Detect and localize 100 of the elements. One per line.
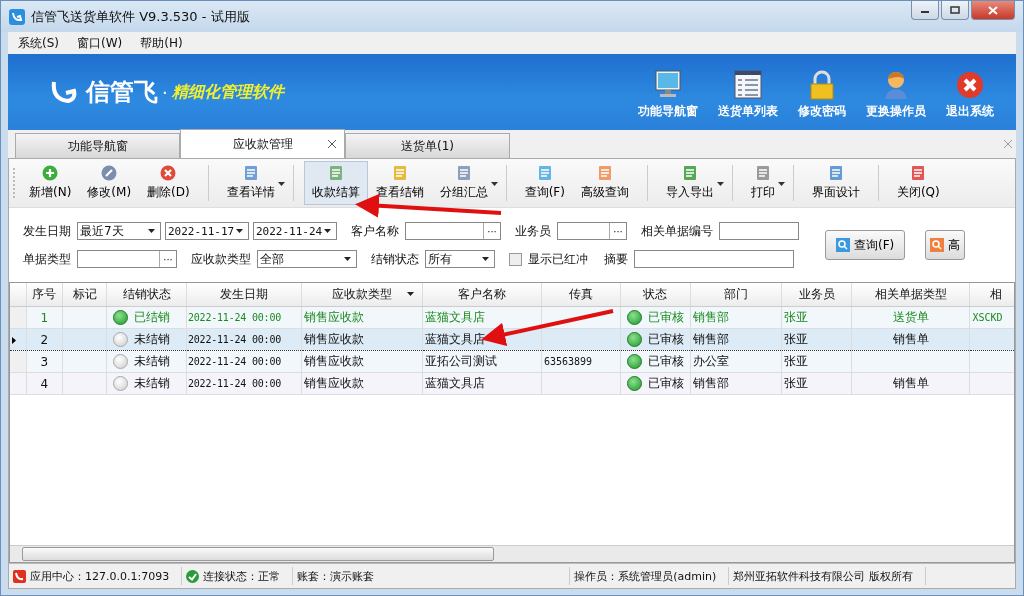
toolbar-button[interactable]: 查看详情: [218, 161, 283, 205]
toolbar-icon: [536, 165, 553, 181]
toolbar-button[interactable]: 打印: [742, 161, 783, 205]
query-button[interactable]: 查询(F): [825, 230, 906, 260]
salesman-field[interactable]: ···: [557, 222, 627, 240]
advanced-query-button[interactable]: 高: [925, 230, 966, 260]
ellipsis-button[interactable]: ···: [159, 251, 176, 267]
horizontal-scrollbar[interactable]: [10, 545, 1014, 562]
nav-button[interactable]: 更换操作员: [862, 70, 930, 120]
toolbar-button[interactable]: 收款结算: [303, 161, 368, 205]
table-cell: 未结销: [134, 354, 171, 368]
status-dot: [626, 354, 642, 369]
table-cell: 未结销: [134, 376, 171, 390]
table-cell: XSCKD: [972, 312, 1003, 323]
tab[interactable]: 功能导航窗: [15, 133, 180, 158]
toolbar-button[interactable]: 界面设计: [803, 161, 868, 205]
check-icon: [186, 569, 200, 583]
menu-item[interactable]: 窗口(W): [77, 34, 123, 52]
toolbar-icon: [391, 165, 408, 181]
caret-icon: [777, 182, 785, 186]
window-title: 信管飞送货单软件 V9.3.530 - 试用版: [31, 7, 250, 26]
search-icon: [930, 238, 945, 252]
toolbar-button[interactable]: 查询(F): [516, 161, 573, 205]
table-cell: 已审核: [647, 310, 684, 324]
toolbar-icon: [827, 165, 844, 181]
minimize-button[interactable]: [911, 1, 939, 20]
maximize-button[interactable]: [941, 1, 969, 20]
app-logo-icon: [13, 569, 26, 583]
column-header[interactable]: 业务员: [781, 283, 852, 307]
tab[interactable]: 送货单(1): [345, 133, 510, 158]
date-to-field[interactable]: 2022-11-24: [253, 222, 337, 240]
menu-item[interactable]: 系统(S): [18, 34, 59, 52]
column-header[interactable]: 发生日期: [186, 283, 302, 307]
status-dot: [626, 332, 642, 347]
column-header[interactable]: 标记: [62, 283, 107, 307]
status-text: 应用中心：127.0.0.1:7093: [9, 567, 183, 585]
caret-icon: [716, 182, 724, 186]
close-icon[interactable]: [1004, 140, 1012, 148]
checkbox[interactable]: [509, 252, 522, 266]
table-cell: 3: [26, 350, 63, 373]
related-number-field[interactable]: [719, 222, 799, 240]
column-header[interactable]: 部门: [690, 283, 782, 307]
column-header[interactable]: 传真: [541, 283, 621, 307]
menu-item[interactable]: 帮助(H): [140, 34, 183, 52]
nav-button[interactable]: 退出系统: [942, 70, 998, 120]
caret-icon: [490, 182, 498, 186]
toolbar-button[interactable]: 查看结销: [367, 161, 432, 205]
nav-button[interactable]: 送货单列表: [714, 70, 782, 120]
toolbar-button[interactable]: 分组汇总: [431, 161, 496, 205]
status-text: 连接状态：正常: [182, 567, 294, 585]
table-cell: 已审核: [647, 332, 684, 346]
column-header[interactable]: 相: [969, 283, 1014, 307]
column-header[interactable]: 结销状态: [106, 283, 187, 307]
settle-status-dropdown[interactable]: 所有: [425, 250, 495, 268]
table-cell: 送货单: [892, 310, 929, 324]
close-tab-icon[interactable]: [328, 140, 336, 148]
caret-icon: [277, 182, 285, 186]
caret-icon: [482, 257, 489, 261]
toolbar-button[interactable]: 新增(N): [21, 161, 80, 205]
table-cell: 销售单: [892, 332, 929, 346]
toolbar-icon: [160, 165, 177, 181]
ellipsis-button[interactable]: ···: [483, 223, 500, 239]
toolbar-icon: [101, 165, 118, 181]
close-button[interactable]: [971, 1, 1015, 20]
tab[interactable]: 应收款管理: [180, 129, 345, 158]
toolbar-icon: [596, 165, 613, 181]
field-label: 摘要: [604, 250, 628, 268]
toolbar-button[interactable]: 删除(D): [139, 161, 198, 205]
column-header[interactable]: 应收款类型: [301, 283, 423, 307]
table-cell: 张亚: [781, 350, 852, 373]
toolbar-button[interactable]: 高级查询: [572, 161, 637, 205]
toolbar-icon: [754, 165, 771, 181]
table-cell: 已审核: [647, 354, 684, 368]
table-cell: 63563899: [543, 356, 593, 367]
padlock-icon: [808, 70, 836, 100]
nav-button[interactable]: 修改密码: [794, 70, 850, 120]
field-label: 发生日期: [23, 222, 71, 240]
toolbar-button[interactable]: 导入导出: [657, 161, 722, 205]
toolbar-button[interactable]: 关闭(Q): [888, 161, 948, 205]
row-pointer-icon: [12, 336, 16, 344]
column-header[interactable]: 序号: [26, 283, 63, 307]
status-dot: [626, 376, 642, 391]
table-cell: 已结销: [134, 310, 171, 324]
checkbox-label[interactable]: 显示已红冲: [528, 250, 588, 268]
date-from-field[interactable]: 2022-11-17: [165, 222, 249, 240]
document-type-field[interactable]: ···: [77, 250, 177, 268]
receivable-type-dropdown[interactable]: 全部: [257, 250, 357, 268]
column-header[interactable]: 状态: [620, 283, 691, 307]
date-range-dropdown[interactable]: 最近7天: [77, 222, 161, 240]
nav-button[interactable]: 功能导航窗: [634, 70, 702, 120]
scrollbar-thumb[interactable]: [22, 547, 494, 561]
toolbar-icon: [327, 165, 344, 181]
customer-field[interactable]: ···: [405, 222, 501, 240]
column-header[interactable]: 相关单据类型: [851, 283, 970, 307]
ellipsis-button[interactable]: ···: [609, 223, 626, 239]
column-header[interactable]: 客户名称: [422, 283, 542, 307]
field-label: 客户名称: [351, 222, 399, 240]
toolbar-button[interactable]: 修改(M): [79, 161, 140, 205]
search-icon: [836, 238, 850, 252]
summary-field[interactable]: [634, 250, 794, 268]
